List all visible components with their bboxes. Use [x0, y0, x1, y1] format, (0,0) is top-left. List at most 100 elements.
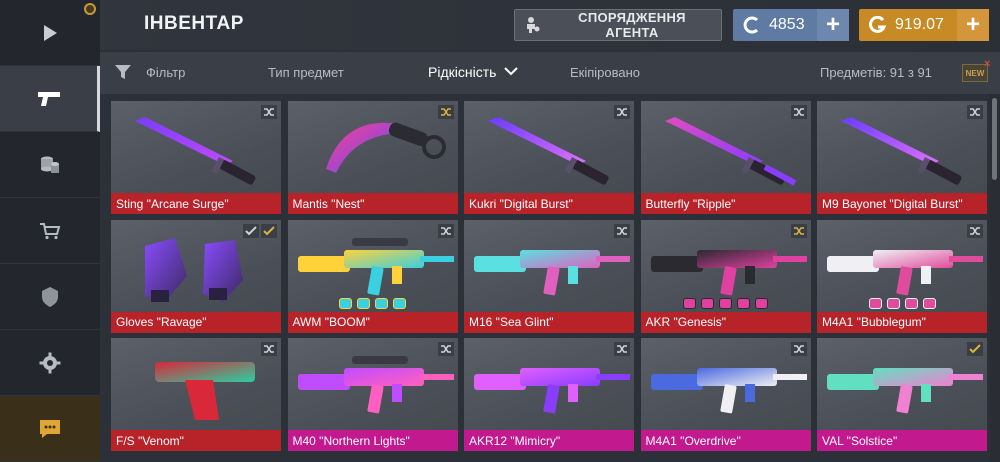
- rarity-sort[interactable]: Рідкісність: [428, 64, 496, 80]
- shuffle-icon[interactable]: [967, 223, 983, 238]
- shuffle-icon[interactable]: [790, 105, 807, 119]
- weapon-image: [827, 249, 983, 295]
- weapon-image: [474, 368, 630, 414]
- shuffle-icon[interactable]: [437, 105, 454, 119]
- inventory-item-card[interactable]: Gloves "Ravage": [111, 219, 281, 333]
- inventory-item-card[interactable]: Kukri "Digital Burst": [464, 101, 634, 214]
- weapon-image: [827, 368, 983, 414]
- gear-icon: [39, 352, 61, 373]
- inventory-item-card[interactable]: M9 Bayonet "Digital Burst": [817, 101, 987, 214]
- item-name: M4A1 "Overdrive": [640, 430, 811, 451]
- filter-bar: Фільтр Тип предмет Рідкісність Екіпірова…: [100, 52, 1000, 94]
- inventory-item-card[interactable]: M4A1 "Overdrive": [640, 338, 811, 451]
- weapon-image: [474, 249, 630, 295]
- item-name: M9 Bayonet "Digital Burst": [817, 193, 987, 214]
- weapon-image: [650, 368, 807, 414]
- sticker-icon: [868, 297, 882, 309]
- nav-play[interactable]: [0, 0, 100, 66]
- check-icon[interactable]: [261, 223, 277, 238]
- check-icon[interactable]: [967, 342, 983, 356]
- nav-inventory[interactable]: [0, 66, 100, 132]
- sticker-icon: [393, 297, 406, 309]
- gold-icon: [867, 14, 889, 36]
- inventory-item-card[interactable]: Sting "Arcane Surge": [111, 101, 281, 214]
- nav-chat[interactable]: [0, 396, 100, 462]
- shield-icon: [42, 286, 58, 307]
- funnel-icon[interactable]: [114, 63, 132, 81]
- agent-icon: [515, 16, 551, 34]
- gold-amount: 919.07: [895, 16, 944, 33]
- page-title: ІНВЕНТАР: [144, 13, 244, 34]
- item-name: M4A1 "Bubblegum": [817, 311, 987, 333]
- sticker-row: [817, 297, 987, 309]
- add-coins-button[interactable]: +: [817, 9, 849, 41]
- close-icon[interactable]: ×: [984, 58, 990, 70]
- weapon-image: [650, 249, 807, 295]
- shuffle-icon[interactable]: [437, 342, 454, 356]
- nav-market[interactable]: [0, 198, 100, 264]
- item-name: F/S "Venom": [111, 430, 281, 451]
- item-count: Предметів: 91 з 91: [820, 65, 932, 80]
- shuffle-icon[interactable]: [614, 105, 630, 119]
- sticker-icon: [886, 297, 900, 309]
- filter-button[interactable]: Фільтр: [146, 65, 185, 80]
- coins-balance: 4853 +: [733, 9, 849, 41]
- weapon-image: [135, 117, 256, 185]
- weapon-image: [155, 362, 255, 420]
- shuffle-icon[interactable]: [790, 223, 807, 238]
- shuffle-icon[interactable]: [261, 342, 277, 356]
- weapon-image: [325, 122, 446, 173]
- equipped-filter[interactable]: Екіпіровано: [570, 65, 640, 80]
- coins-amount: 4853: [769, 16, 805, 33]
- weapon-image: [145, 237, 243, 302]
- item-name: Butterfly "Ripple": [640, 193, 811, 214]
- sticker-icon: [339, 297, 352, 309]
- sticker-icon: [701, 297, 714, 309]
- shuffle-icon[interactable]: [790, 342, 807, 356]
- coins-stack-icon: [41, 156, 59, 173]
- item-name: Kukri "Digital Burst": [464, 193, 634, 214]
- chevron-down-icon[interactable]: [504, 67, 518, 76]
- inventory-item-card[interactable]: M16 "Sea Glint": [464, 219, 634, 333]
- sticker-row: [288, 297, 458, 309]
- scrollbar-thumb[interactable]: [992, 98, 997, 180]
- item-type-filter[interactable]: Тип предмет: [268, 65, 344, 80]
- shuffle-icon[interactable]: [967, 105, 983, 119]
- sticker-row: [641, 297, 811, 309]
- inventory-item-card[interactable]: Butterfly "Ripple": [640, 101, 811, 214]
- item-name: M16 "Sea Glint": [464, 311, 634, 333]
- item-name: Gloves "Ravage": [111, 311, 281, 333]
- inventory-item-card[interactable]: M40 "Northern Lights": [287, 338, 458, 451]
- shuffle-icon[interactable]: [437, 223, 454, 238]
- inventory-item-card[interactable]: M4A1 "Bubblegum": [817, 219, 987, 333]
- shuffle-icon[interactable]: [614, 342, 630, 356]
- weapon-image: [488, 117, 609, 185]
- add-gold-button[interactable]: +: [957, 9, 989, 41]
- item-name: M40 "Northern Lights": [287, 430, 458, 451]
- main-navigation: [0, 0, 100, 462]
- inventory-item-card[interactable]: AWM "BOOM": [287, 219, 458, 333]
- nav-clan[interactable]: [0, 264, 100, 330]
- inventory-item-card[interactable]: F/S "Venom": [111, 338, 281, 451]
- inventory-item-card[interactable]: VAL "Solstice": [817, 338, 987, 451]
- agent-equipment-button[interactable]: СПОРЯДЖЕННЯ АГЕНТА: [514, 9, 722, 41]
- sticker-icon: [737, 297, 750, 309]
- inventory-item-card[interactable]: Mantis "Nest": [287, 101, 458, 214]
- item-name: AKR12 "Mimicry": [464, 430, 634, 451]
- item-name: Sting "Arcane Surge": [111, 193, 281, 214]
- shuffle-icon[interactable]: [614, 223, 630, 238]
- sticker-icon: [357, 297, 370, 309]
- inventory-item-card[interactable]: AKR12 "Mimicry": [464, 338, 634, 451]
- pistol-icon: [37, 91, 60, 106]
- gold-balance: 919.07 +: [859, 9, 989, 41]
- weapon-image: [664, 117, 796, 186]
- header-bar: ІНВЕНТАР СПОРЯДЖЕННЯ АГЕНТА 4853 + 919.0…: [100, 0, 1000, 50]
- sticker-icon: [904, 297, 918, 309]
- nav-case-opening[interactable]: [0, 132, 100, 198]
- inventory-item-card[interactable]: AKR "Genesis": [640, 219, 811, 333]
- check-icon[interactable]: [243, 223, 259, 238]
- weapon-image: [841, 117, 962, 185]
- nav-settings[interactable]: [0, 330, 100, 396]
- weapon-image: [297, 237, 454, 295]
- shuffle-icon[interactable]: [261, 105, 277, 119]
